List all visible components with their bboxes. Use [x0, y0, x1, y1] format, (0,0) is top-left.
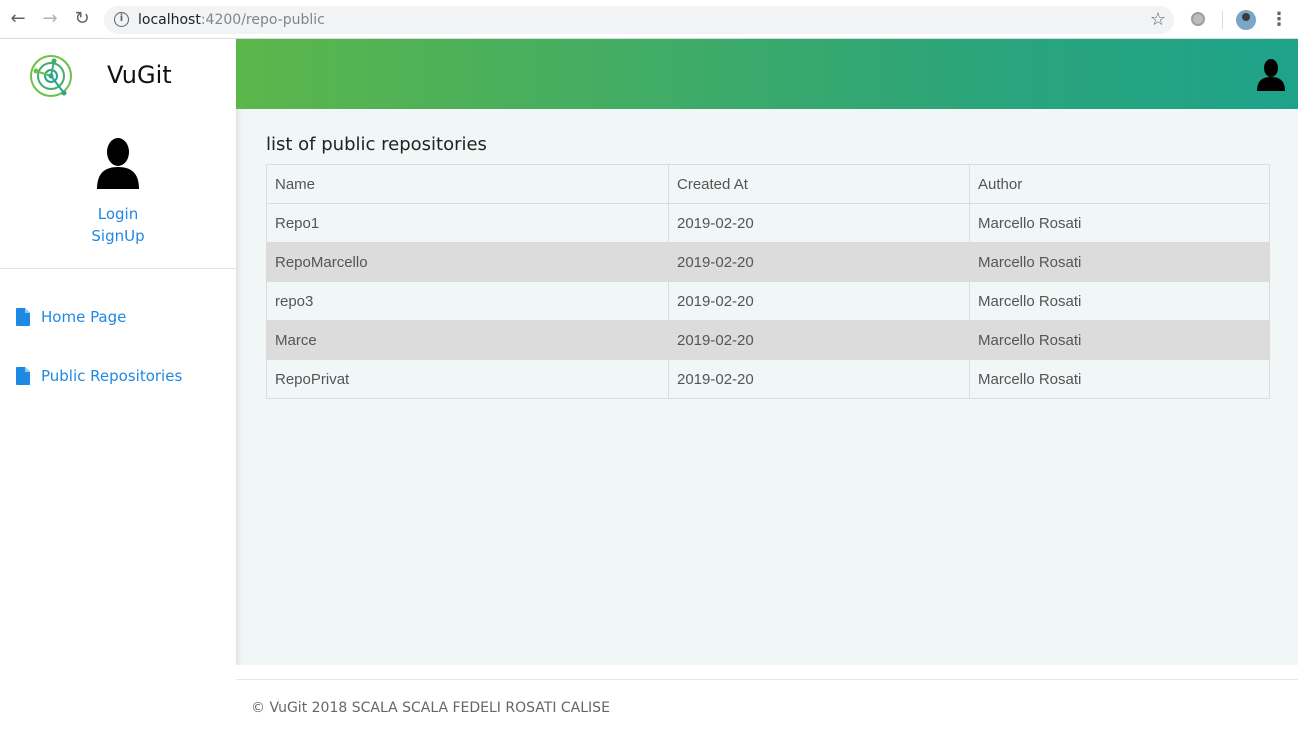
document-icon — [16, 308, 30, 326]
address-bar[interactable]: i localhost:4200/repo-public ☆ — [104, 6, 1174, 34]
extension-icon[interactable] — [1191, 12, 1205, 26]
created-at-cell: 2019-02-20 — [668, 359, 970, 399]
main-content: list of public repositories Name Created… — [236, 109, 1298, 665]
brand-name[interactable]: VuGit — [107, 61, 172, 89]
user-avatar-icon — [97, 138, 139, 189]
table-row[interactable]: repo3 2019-02-20 Marcello Rosati — [266, 281, 1270, 321]
signup-link[interactable]: SignUp — [0, 225, 236, 247]
author-cell: Marcello Rosati — [969, 359, 1270, 399]
column-header-created-at[interactable]: Created At — [668, 164, 970, 204]
author-cell: Marcello Rosati — [969, 203, 1270, 243]
table-row[interactable]: Repo1 2019-02-20 Marcello Rosati — [266, 203, 1270, 243]
table-header-row: Name Created At Author — [266, 164, 1270, 204]
sidebar-item-home-page[interactable]: Home Page — [16, 305, 126, 329]
table-row[interactable]: Marce 2019-02-20 Marcello Rosati — [266, 320, 1270, 360]
sidebar: VuGit Login SignUp Home Page Public Repo… — [0, 39, 236, 732]
column-header-name[interactable]: Name — [266, 164, 669, 204]
created-at-cell: 2019-02-20 — [668, 242, 970, 282]
footer: © VuGit 2018 SCALA SCALA FEDELI ROSATI C… — [236, 665, 1298, 732]
sidebar-item-public-repositories[interactable]: Public Repositories — [16, 364, 182, 388]
repo-name-cell[interactable]: RepoMarcello — [266, 242, 669, 282]
header-bar — [236, 39, 1298, 109]
column-header-author[interactable]: Author — [969, 164, 1270, 204]
created-at-cell: 2019-02-20 — [668, 320, 970, 360]
copyright-text: © VuGit 2018 SCALA SCALA FEDELI ROSATI C… — [251, 700, 610, 716]
back-arrow-icon[interactable]: ← — [8, 9, 28, 29]
user-menu-icon[interactable] — [1257, 59, 1285, 91]
created-at-cell: 2019-02-20 — [668, 203, 970, 243]
sidebar-divider — [0, 268, 236, 269]
repo-name-cell[interactable]: Marce — [266, 320, 669, 360]
document-icon — [16, 367, 30, 385]
user-panel: Login SignUp — [0, 137, 236, 247]
toolbar-divider — [1222, 11, 1223, 29]
url-text[interactable]: localhost:4200/repo-public — [138, 12, 325, 28]
site-info-icon[interactable]: i — [114, 12, 129, 27]
reload-icon[interactable]: ↻ — [72, 9, 92, 29]
forward-arrow-icon[interactable]: → — [40, 9, 60, 29]
repo-name-cell[interactable]: repo3 — [266, 281, 669, 321]
browser-menu-icon[interactable]: ⋮ — [1270, 9, 1288, 30]
sidebar-item-label: Home Page — [41, 308, 127, 326]
vugit-logo-icon[interactable] — [28, 53, 74, 99]
browser-toolbar: ← → ↻ i localhost:4200/repo-public ☆ ⋮ — [0, 0, 1298, 39]
bookmark-star-icon[interactable]: ☆ — [1150, 9, 1166, 30]
login-link[interactable]: Login — [0, 203, 236, 225]
repo-name-cell[interactable]: RepoPrivat — [266, 359, 669, 399]
repo-name-cell[interactable]: Repo1 — [266, 203, 669, 243]
author-cell: Marcello Rosati — [969, 242, 1270, 282]
created-at-cell: 2019-02-20 — [668, 281, 970, 321]
footer-divider — [236, 679, 1298, 680]
browser-profile-avatar[interactable] — [1236, 10, 1256, 30]
repositories-table: Name Created At Author Repo1 2019-02-20 … — [266, 164, 1270, 399]
sidebar-item-label: Public Repositories — [41, 367, 183, 385]
table-row[interactable]: RepoMarcello 2019-02-20 Marcello Rosati — [266, 242, 1270, 282]
author-cell: Marcello Rosati — [969, 320, 1270, 360]
page-title: list of public repositories — [266, 134, 487, 155]
author-cell: Marcello Rosati — [969, 281, 1270, 321]
table-row[interactable]: RepoPrivat 2019-02-20 Marcello Rosati — [266, 359, 1270, 399]
